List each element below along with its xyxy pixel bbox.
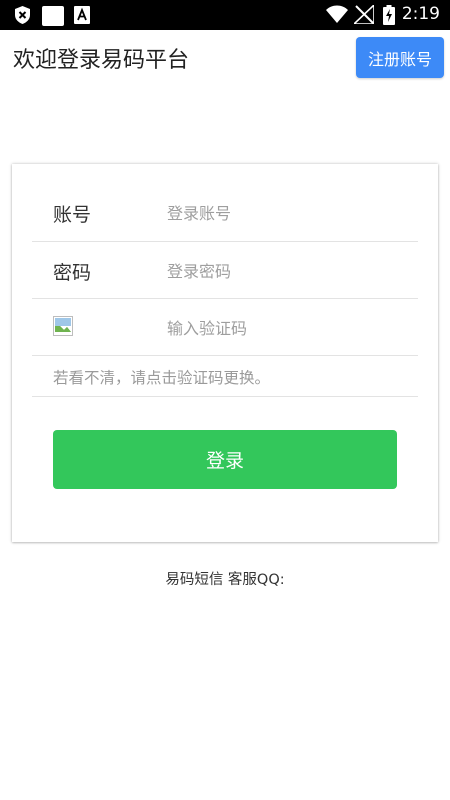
blank-square-icon [42,6,64,26]
page-title: 欢迎登录易码平台 [13,48,190,73]
captcha-image-icon[interactable] [53,316,73,336]
register-button[interactable]: 注册账号 [356,37,444,78]
password-input[interactable] [167,259,407,283]
wifi-icon [326,5,348,23]
battery-charging-icon [383,5,395,25]
password-row: 密码 [32,242,418,299]
shield-x-icon [15,6,30,24]
password-label: 密码 [53,262,92,284]
login-card: 账号 密码 若看不清，请点击验证码更换。 登录 [12,164,438,542]
account-input[interactable] [167,201,407,225]
font-a-icon [74,6,90,24]
signal-off-icon [354,5,374,24]
status-time: 2:19 [401,4,440,24]
status-bar: 2:19 [0,0,450,30]
captcha-hint: 若看不清，请点击验证码更换。 [53,369,271,387]
login-button[interactable]: 登录 [53,430,397,489]
captcha-row [32,299,418,356]
footer-contact: 易码短信 客服QQ: [165,572,285,588]
account-label: 账号 [53,204,92,226]
account-row: 账号 [32,184,418,242]
captcha-input[interactable] [167,316,407,340]
